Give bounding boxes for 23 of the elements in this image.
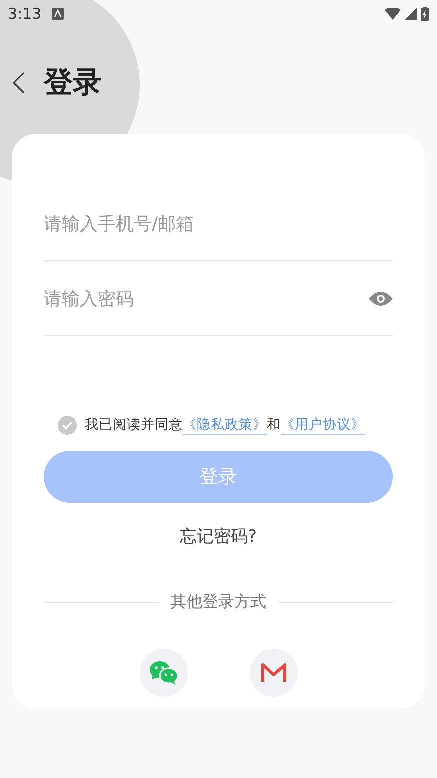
wifi-icon [385, 8, 401, 20]
privacy-policy-link[interactable]: 《隐私政策》 [183, 416, 267, 435]
status-time: 3:13 [8, 5, 42, 23]
notification-icon [52, 8, 64, 20]
battery-icon [421, 7, 429, 21]
show-password-button[interactable] [369, 291, 393, 307]
mail-login-button[interactable] [250, 649, 298, 697]
check-icon [62, 421, 73, 430]
agreement-joiner: 和 [267, 416, 281, 434]
eye-icon [369, 291, 393, 307]
back-icon [12, 72, 26, 94]
chat-login-button[interactable] [140, 649, 188, 697]
agreement-text: 我已阅读并同意 [85, 416, 183, 434]
forgot-password-link[interactable]: 忘记密码? [176, 521, 262, 552]
password-field[interactable]: 请输入密码 [44, 279, 369, 319]
signal-icon [405, 8, 417, 20]
chat-bubbles-icon [148, 660, 178, 686]
other-login-label: 其他登录方式 [170, 592, 266, 613]
page-title: 登录 [44, 64, 102, 101]
mail-m-icon [260, 663, 286, 683]
user-agreement-link[interactable]: 《用户协议》 [281, 416, 365, 435]
account-field[interactable]: 请输入手机号/邮箱 [44, 204, 393, 244]
agree-checkbox[interactable] [58, 416, 77, 435]
